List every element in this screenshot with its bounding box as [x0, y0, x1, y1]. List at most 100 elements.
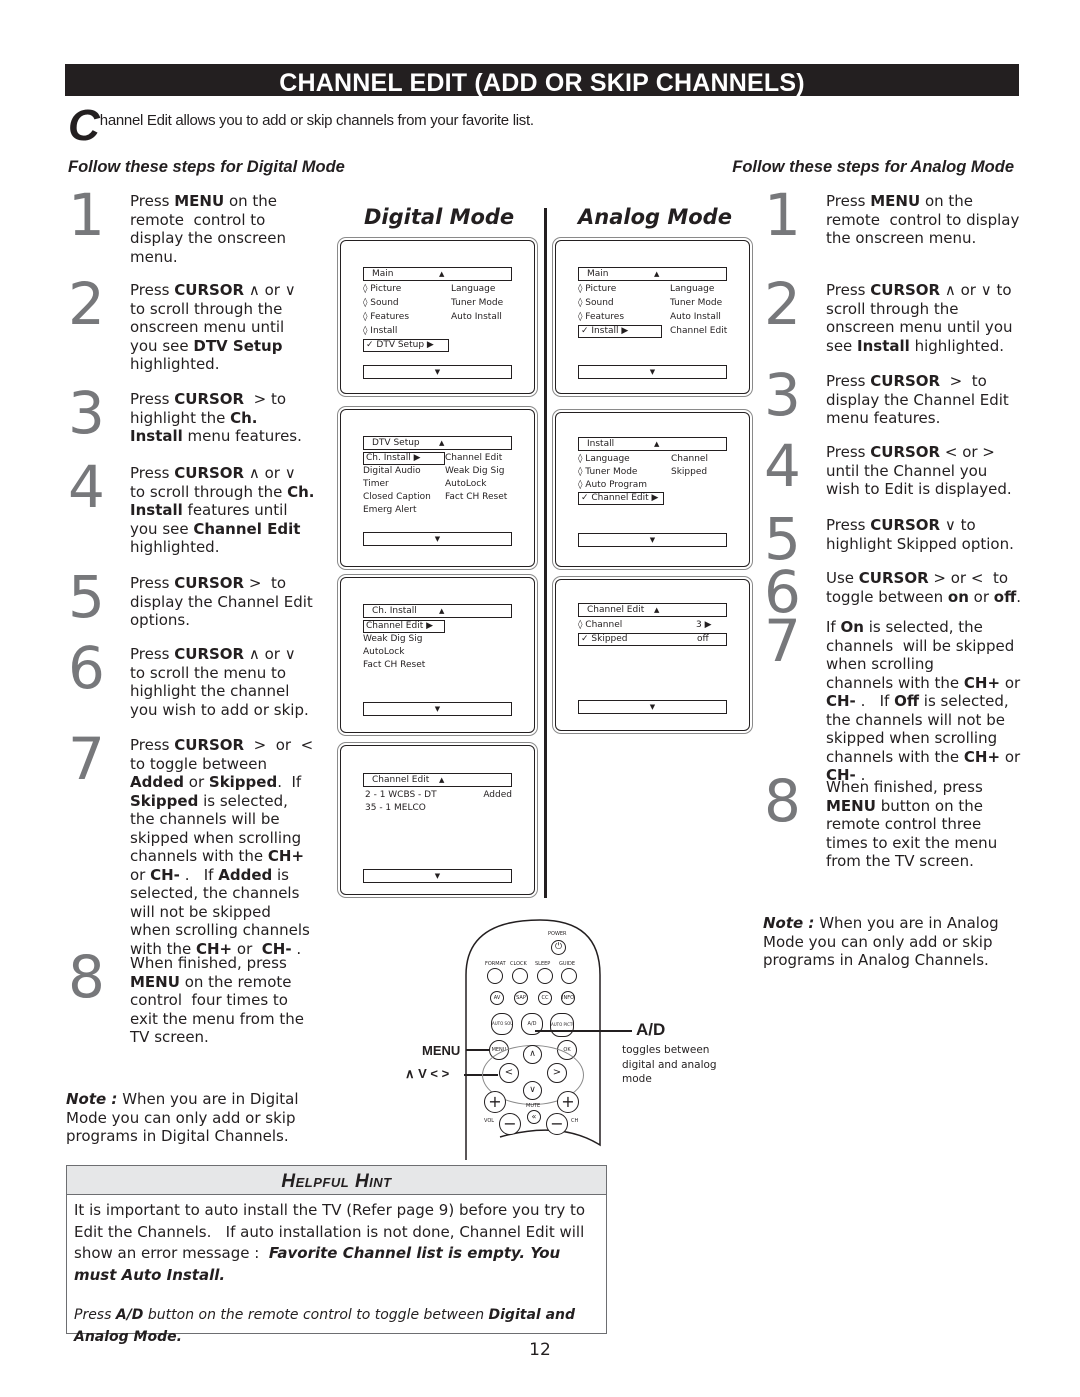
- submenu-item: Tuner Mode: [670, 298, 723, 308]
- tv-screen: Channel Edit ▲ 2 - 1 WCBS - DT Added 35 - 1 …: [363, 773, 512, 893]
- helpful-hint-title: Helpful Hint: [67, 1166, 606, 1195]
- arrow-up-icon: ▲: [654, 270, 660, 278]
- channel-up-button[interactable]: +: [557, 1091, 579, 1113]
- arrow-up-icon: ▲: [654, 440, 660, 448]
- channel-status: Added: [483, 790, 512, 800]
- item-label: ✓ Skipped: [581, 633, 628, 644]
- sleep-button[interactable]: [537, 968, 553, 984]
- menu-item: Digital Audio: [363, 466, 421, 476]
- arrow-down-icon: ▼: [434, 368, 441, 376]
- helpful-hint-box: Helpful Hint It is important to auto ins…: [66, 1165, 607, 1345]
- guide-button[interactable]: [561, 968, 577, 984]
- step-text: When finished, press MENU on the remote …: [130, 954, 304, 1046]
- channel-down-button[interactable]: −: [546, 1113, 568, 1135]
- menu-item: ◊ Features: [363, 312, 410, 322]
- clock-button[interactable]: [512, 968, 528, 984]
- step-text: Press CURSOR ∧ or ∨ to scroll the menu t…: [130, 645, 309, 719]
- menu-header: Ch. Install ▲: [363, 604, 512, 618]
- ad-callout-label: A/D: [636, 1020, 666, 1039]
- tv-screen: Ch. Install ▲ Channel Edit ▶ Weak Dig Sig Au…: [363, 604, 512, 724]
- analog-steps-heading: Follow these steps for Analog Mode: [732, 158, 1014, 176]
- digital-screen-main-menu: Main ▲ ◊ Picture ◊ Sound ◊ Features ◊ Install…: [340, 240, 535, 394]
- step-number: 6: [68, 634, 105, 702]
- step-text: Press CURSOR ∨ to highlight Skipped opti…: [826, 516, 1014, 553]
- menu-item: ◊ Install: [363, 326, 398, 336]
- arrow-down-icon: ▼: [649, 536, 656, 544]
- menu-callout-line: [466, 1049, 490, 1051]
- menu-item: ✓ Install ▶: [578, 325, 662, 338]
- menu-item: ◊ Features: [578, 312, 625, 322]
- submenu-item: Tuner Mode: [451, 298, 504, 308]
- ad-button[interactable]: A/D: [521, 1013, 543, 1035]
- info-button[interactable]: INFO: [561, 991, 575, 1005]
- menu-header: Install ▲: [578, 437, 727, 451]
- cursor-right-button[interactable]: >: [547, 1063, 567, 1083]
- menu-item: ◊ Sound: [578, 298, 614, 308]
- menu-header-label: Channel Edit: [587, 605, 645, 615]
- volume-down-button[interactable]: −: [499, 1113, 521, 1135]
- menu-header-label: Main: [372, 269, 394, 279]
- analog-mode-heading: Analog Mode: [578, 205, 732, 229]
- step-number: 4: [764, 432, 801, 500]
- menu-item: ◊ Sound: [363, 298, 399, 308]
- hint-note-mid: button on the remote control to toggle b…: [143, 1307, 489, 1323]
- step-text: Use CURSOR > or < to toggle between on o…: [826, 569, 1022, 606]
- menu-item: ◊ Language: [578, 454, 630, 464]
- cursor-up-button[interactable]: ∧: [523, 1045, 542, 1064]
- submenu-item: Channel: [671, 454, 708, 464]
- auto-picture-button[interactable]: AUTO PICTURE: [550, 1013, 574, 1037]
- helpful-hint-body: It is important to auto install the TV (…: [67, 1195, 606, 1348]
- analog-screen-channel-edit: Channel Edit ▲ ◊ Channel 3 ▶ ✓ Skipped off ▼: [555, 579, 750, 731]
- menu-footer: ▼: [363, 532, 512, 546]
- power-button[interactable]: ⏻: [551, 940, 566, 955]
- cc-button[interactable]: CC: [538, 991, 552, 1005]
- step-text: Press CURSOR ∧ or ∨ to scroll through th…: [826, 281, 1013, 355]
- volume-up-button[interactable]: +: [484, 1091, 506, 1113]
- menu-item: ✓ DTV Setup ▶: [363, 339, 449, 352]
- cursor-down-button[interactable]: ∨: [523, 1081, 542, 1100]
- cursor-left-button[interactable]: <: [499, 1063, 519, 1083]
- remote-control-illustration: [465, 919, 601, 1160]
- step-number: 2: [764, 270, 801, 338]
- format-button[interactable]: [487, 968, 503, 984]
- step-text: Press CURSOR ∧ or ∨ to scroll through th…: [130, 281, 296, 373]
- label-format: FORMAT: [485, 961, 506, 967]
- label-clock: CLOCK: [510, 961, 527, 967]
- digital-mode-heading: Digital Mode: [364, 205, 515, 229]
- analog-screen-main-menu: Main ▲ ◊ Picture ◊ Sound ◊ Features ✓ Install…: [555, 240, 750, 394]
- menu-header: DTV Setup ▲: [363, 436, 512, 450]
- intro-text: hannel Edit allows you to add or skip ch…: [99, 112, 534, 129]
- channel-edit-item: ◊ Channel 3 ▶: [578, 619, 727, 632]
- intro-paragraph: Channel Edit allows you to add or skip c…: [68, 101, 534, 150]
- step-text: Press CURSOR > to display the Channel Ed…: [826, 372, 1009, 427]
- menu-item: ◊ Tuner Mode: [578, 467, 638, 477]
- menu-item: AutoLock: [363, 647, 405, 657]
- tv-screen: Main ▲ ◊ Picture ◊ Sound ◊ Features ◊ Install…: [363, 267, 512, 387]
- auto-sound-button[interactable]: AUTO SOUND: [491, 1013, 513, 1035]
- submenu-item: Auto Install: [451, 312, 502, 322]
- menu-header-label: Install: [587, 439, 615, 449]
- menu-item: Fact CH Reset: [363, 660, 426, 670]
- arrow-up-icon: ▲: [439, 607, 445, 615]
- sap-button[interactable]: SAP: [514, 991, 528, 1005]
- drop-cap: C: [68, 101, 100, 150]
- menu-item: Timer: [363, 479, 389, 489]
- step-text: Press CURSOR > or < to toggle between Ad…: [130, 736, 314, 958]
- menu-footer: ▼: [363, 365, 512, 379]
- mute-button[interactable]: «: [527, 1110, 541, 1124]
- hint-note-pre: Press: [74, 1307, 116, 1323]
- menu-header-label: DTV Setup: [372, 438, 420, 448]
- submenu-item: Auto Install: [670, 312, 721, 322]
- av-button[interactable]: AV: [490, 991, 504, 1005]
- arrow-up-icon: ▲: [654, 606, 660, 614]
- mode-divider: [544, 208, 547, 898]
- submenu-item: Skipped: [671, 467, 708, 477]
- menu-item: ✓ Channel Edit ▶: [578, 492, 664, 505]
- menu-header: Main ▲: [363, 267, 512, 281]
- menu-header: Channel Edit ▲: [578, 603, 727, 617]
- digital-screen-dtv-setup: DTV Setup ▲ Ch. Install ▶ Digital Audio Time…: [340, 409, 535, 567]
- arrow-down-icon: ▼: [649, 703, 656, 711]
- submenu-item: Language: [670, 284, 715, 294]
- item-value: off: [697, 633, 709, 644]
- digital-steps-heading: Follow these steps for Digital Mode: [68, 158, 345, 176]
